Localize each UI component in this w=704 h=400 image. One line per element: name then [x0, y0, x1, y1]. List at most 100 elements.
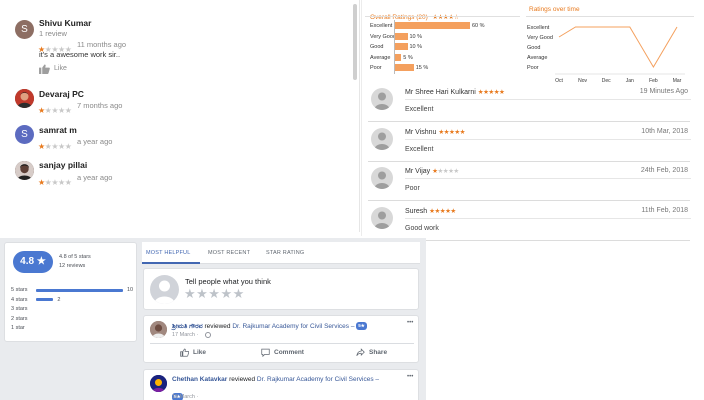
review-text: Poor	[405, 185, 420, 192]
review-date: 19 Minutes Ago	[639, 88, 688, 95]
reviewer-avatar	[371, 88, 393, 110]
y-tick-label: Good	[527, 45, 540, 51]
bar-label: Poor	[370, 65, 382, 71]
ratings-over-time-title: Ratings over time	[529, 6, 580, 13]
reviews-count: 12 reviews	[59, 263, 86, 269]
avatar[interactable]: S	[15, 125, 34, 144]
scrollbar-thumb[interactable]	[353, 4, 357, 80]
divider	[405, 99, 691, 100]
reviewer-name[interactable]: Mr Vishnu ★★★★★	[405, 128, 465, 136]
y-tick-label: Very Good	[527, 35, 553, 41]
tab-most-recent[interactable]: MOST RECENT	[208, 250, 250, 256]
reviewer-name[interactable]: sanjay pillai	[39, 160, 87, 170]
reviewer-name[interactable]: Devaraj PC	[39, 89, 84, 99]
breakdown-count: 2	[57, 296, 61, 303]
post-author[interactable]: Chethan Katavkar	[172, 376, 227, 383]
reviewer-name[interactable]: samrat m	[39, 125, 77, 135]
review-prompt: Tell people what you think	[185, 277, 271, 286]
review-time: a year ago	[77, 137, 113, 146]
avatar[interactable]	[15, 161, 34, 180]
review-time: 7 months ago	[77, 101, 123, 110]
page-link[interactable]: Dr. Rajkumar Academy for Civil Services …	[232, 323, 354, 330]
y-tick-label: Excellent	[527, 25, 550, 31]
share-icon	[356, 348, 365, 357]
bar-value: 10 %	[409, 44, 423, 50]
review-row: Suresh ★★★★★ 11th Feb, 2018 Good work	[368, 201, 691, 241]
divider	[405, 138, 691, 140]
user-avatar	[150, 275, 179, 304]
google-reviews-panel: S Shivu Kumar 1 review ★★★★★ 11 months a…	[0, 0, 360, 232]
post-date[interactable]: 15 March ·	[172, 394, 198, 400]
series-line	[558, 26, 678, 68]
person-photo-icon	[150, 375, 167, 392]
reviewer-name[interactable]: Shivu Kumar	[39, 18, 91, 28]
reviewer-avatar	[371, 167, 393, 189]
review-time: 11 months ago	[77, 40, 127, 49]
reviewer-name[interactable]: Suresh ★★★★★	[405, 207, 456, 215]
review-text: Excellent	[405, 145, 434, 153]
breakdown-label: 1 star	[11, 325, 25, 331]
post-headline: ಶ್ರೀಮತಿ ಗೌರವ reviewed Dr. Rajkumar Acade…	[172, 322, 367, 330]
more-options-icon[interactable]: •••	[407, 374, 413, 380]
review-row: Mr Vijay ★★★★★ 24th Feb, 2018 Poor	[368, 161, 691, 201]
divider	[526, 16, 694, 17]
active-tab-indicator	[142, 262, 200, 264]
bar-value: 5 %	[403, 54, 413, 61]
write-review-card[interactable]: Tell people what you think ★★★★★	[143, 268, 419, 310]
post-author[interactable]: ಶ್ರೀಮತಿ ಗೌರವ	[172, 323, 203, 330]
avatar[interactable]	[150, 375, 167, 392]
avatar[interactable]: S	[15, 20, 34, 39]
default-avatar-icon	[374, 211, 390, 229]
like-button[interactable]: Like	[39, 63, 74, 75]
divider	[365, 16, 520, 17]
divider	[405, 178, 691, 179]
bar-value: 60 %	[472, 23, 485, 29]
tab-most-helpful[interactable]: MOST HELPFUL	[146, 250, 190, 256]
y-tick-label: Average	[527, 55, 547, 61]
reviewer-name[interactable]: Mr Shree Hari Kulkarni ★★★★★	[405, 88, 505, 96]
divider	[150, 343, 414, 344]
breakdown-label: 2 stars	[11, 315, 28, 322]
default-avatar-icon	[374, 132, 390, 150]
ratings-panel: Overall Ratings (20) ★★★★☆ Ratings over …	[361, 0, 698, 241]
person-photo-icon	[15, 89, 34, 108]
breakdown-count: 10	[127, 287, 134, 293]
globe-icon	[205, 332, 211, 338]
reviewer-name[interactable]: Mr Vijay ★★★★★	[405, 167, 459, 175]
review-text: Excellent	[405, 106, 434, 113]
default-avatar-icon	[374, 92, 390, 110]
star-breakdown: 5 stars 10 4 stars 2 3 stars 2 stars 1 star	[11, 287, 136, 339]
more-options-icon[interactable]: •••	[407, 320, 413, 326]
post-date[interactable]: 17 March ·	[172, 332, 198, 338]
star-rating: ★★★★★	[38, 106, 72, 115]
tab-star-rating[interactable]: STAR RATING	[266, 250, 304, 256]
rating-bar	[395, 32, 408, 40]
review-tabs: MOST HELPFUL MOST RECENT STAR RATING	[142, 242, 420, 264]
post-headline: Chethan Katavkar reviewed Dr. Rajkumar A…	[172, 376, 380, 383]
rating-distribution: Excellent 60 % Very Good 10 % Good 10 % Averag…	[370, 22, 520, 74]
avatar[interactable]	[150, 321, 167, 338]
bar-label: Excellent	[370, 23, 393, 29]
page-link[interactable]: Dr. Rajkumar Academy for Civil Services …	[257, 376, 379, 383]
score-caption: 4.8 of 5 stars	[59, 254, 91, 260]
score-badge: 4.8 ★	[13, 251, 53, 273]
bar-label: Very Good	[370, 33, 396, 40]
y-tick-label: Poor	[527, 65, 539, 71]
thumbs-up-icon	[39, 64, 50, 74]
review-row: Mr Shree Hari Kulkarni ★★★★★ 19 Minutes A…	[368, 82, 691, 122]
rating-badge: 5★	[356, 322, 367, 330]
bar-value: 15 %	[415, 65, 429, 71]
review-list: Mr Shree Hari Kulkarni ★★★★★ 19 Minutes A…	[368, 82, 692, 241]
person-photo-icon	[15, 161, 34, 180]
default-avatar-icon	[374, 171, 390, 189]
review-text: Good work	[405, 224, 439, 232]
review-count: 1 review	[39, 29, 67, 38]
ratings-over-time-chart: ExcellentVery GoodGoodAveragePoorOct Nov D…	[527, 25, 685, 82]
star-picker[interactable]: ★★★★★	[184, 286, 245, 302]
axis-line	[394, 20, 395, 74]
bar-label: Average	[370, 54, 391, 61]
scrollbar-track[interactable]	[359, 0, 360, 232]
rating-summary-card: 4.8 ★ 4.8 of 5 stars 12 reviews 5 stars 1…	[4, 242, 137, 342]
avatar[interactable]	[15, 89, 34, 108]
breakdown-label: 3 stars	[11, 306, 28, 312]
